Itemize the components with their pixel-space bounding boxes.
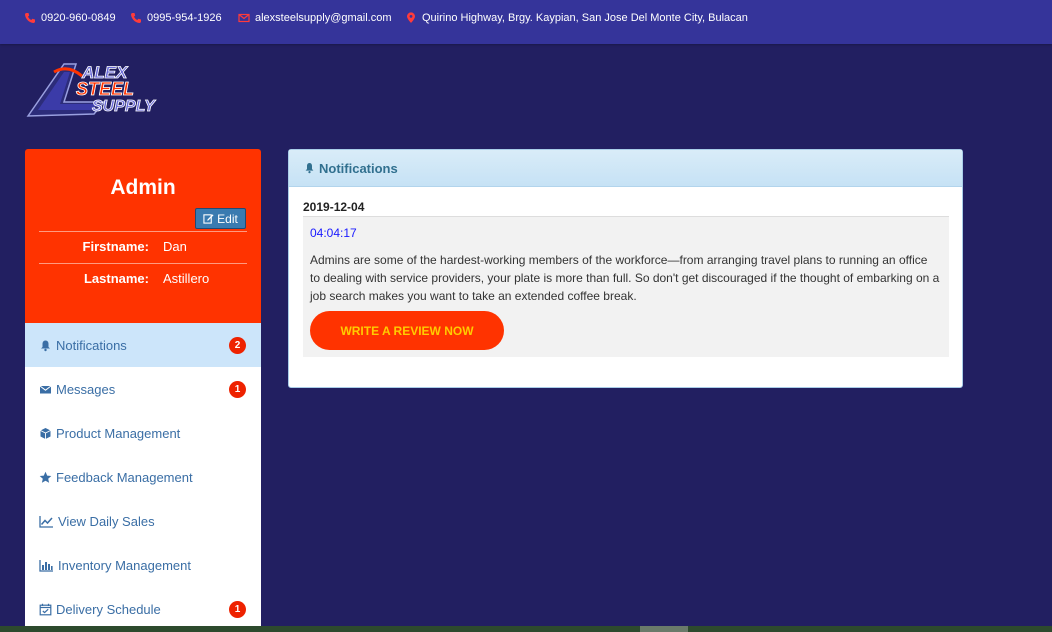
- sidebar-item-delivery-schedule[interactable]: Delivery Schedule 1: [25, 587, 261, 631]
- sidebar-item-product-management[interactable]: Product Management: [25, 411, 261, 455]
- sidebar-item-inventory-management[interactable]: Inventory Management: [25, 543, 261, 587]
- delivery-count-badge: 1: [229, 601, 246, 618]
- calendar-check-icon: [39, 603, 52, 616]
- firstname-value: Dan: [163, 239, 187, 254]
- notifications-panel: Notifications 2019-12-04 04:04:17 Admins…: [288, 149, 963, 388]
- message-count-badge: 1: [229, 381, 246, 398]
- envelope-icon: [39, 383, 52, 396]
- notification-message: Admins are some of the hardest-working m…: [310, 253, 940, 303]
- edit-profile-button[interactable]: Edit: [195, 208, 246, 229]
- profile-title: Admin: [110, 176, 176, 199]
- sidebar-item-feedback-management[interactable]: Feedback Management: [25, 455, 261, 499]
- sidebar-item-label: Messages: [56, 381, 116, 397]
- profile-card: Admin Edit Firstname: Dan Lastname: Asti…: [25, 149, 261, 323]
- cube-icon: [39, 427, 52, 440]
- map-marker-icon: [405, 12, 417, 24]
- email[interactable]: alexsteelsupply@gmail.com: [238, 12, 392, 24]
- phone-1-text: 0920-960-0849: [41, 12, 116, 24]
- sidebar-item-label: Notifications: [56, 337, 127, 353]
- edit-label: Edit: [217, 211, 238, 226]
- sidebar-menu: Notifications 2 Messages 1 Product Manag…: [25, 323, 261, 632]
- phone-icon: [130, 12, 142, 24]
- notification-time: 04:04:17: [310, 226, 357, 240]
- sidebar-item-label: Feedback Management: [56, 469, 193, 485]
- sidebar-item-label: Inventory Management: [58, 557, 191, 573]
- sidebar-item-label: Delivery Schedule: [56, 601, 161, 617]
- notification-entry: 04:04:17 Admins are some of the hardest-…: [303, 216, 949, 357]
- sidebar-item-label: View Daily Sales: [58, 513, 155, 529]
- notification-count-badge: 2: [229, 337, 246, 354]
- star-icon: [39, 471, 52, 484]
- sidebar-item-view-daily-sales[interactable]: View Daily Sales: [25, 499, 261, 543]
- bottom-strip: [0, 626, 1052, 632]
- divider: [39, 231, 247, 232]
- phone-2-text: 0995-954-1926: [147, 12, 222, 24]
- sidebar-item-label: Product Management: [56, 425, 181, 441]
- envelope-icon: [238, 12, 250, 24]
- panel-title: Notifications: [319, 160, 398, 176]
- contact-bar: 0920-960-0849 0995-954-1926 alexsteelsup…: [0, 0, 1052, 44]
- svg-text:STEEL: STEEL: [76, 79, 134, 99]
- address-text: Quirino Highway, Brgy. Kaypian, San Jose…: [422, 12, 748, 24]
- address: Quirino Highway, Brgy. Kaypian, San Jose…: [405, 12, 748, 24]
- notification-date: 2019-12-04: [303, 200, 365, 214]
- bar-chart-icon: [39, 559, 54, 572]
- panel-heading: Notifications: [289, 150, 962, 187]
- alex-steel-supply-logo[interactable]: ALEX STEEL SUPPLY: [24, 58, 180, 122]
- line-chart-icon: [39, 515, 54, 528]
- phone-2: 0995-954-1926: [130, 12, 222, 24]
- svg-text:SUPPLY: SUPPLY: [92, 98, 156, 115]
- bell-icon: [305, 163, 314, 174]
- sidebar-item-notifications[interactable]: Notifications 2: [25, 323, 261, 367]
- firstname-label: Firstname:: [82, 239, 149, 254]
- write-review-button[interactable]: WRITE A REVIEW NOW: [310, 311, 504, 350]
- lastname-label: Lastname:: [83, 271, 149, 286]
- bell-icon: [39, 339, 52, 352]
- phone-1: 0920-960-0849: [24, 12, 116, 24]
- email-text[interactable]: alexsteelsupply@gmail.com: [255, 12, 392, 24]
- edit-icon: [203, 214, 214, 224]
- sidebar-item-messages[interactable]: Messages 1: [25, 367, 261, 411]
- lastname-value: Astillero: [163, 271, 210, 286]
- scrollbar-thumb[interactable]: [640, 626, 688, 632]
- phone-icon: [24, 12, 36, 24]
- divider: [39, 263, 247, 264]
